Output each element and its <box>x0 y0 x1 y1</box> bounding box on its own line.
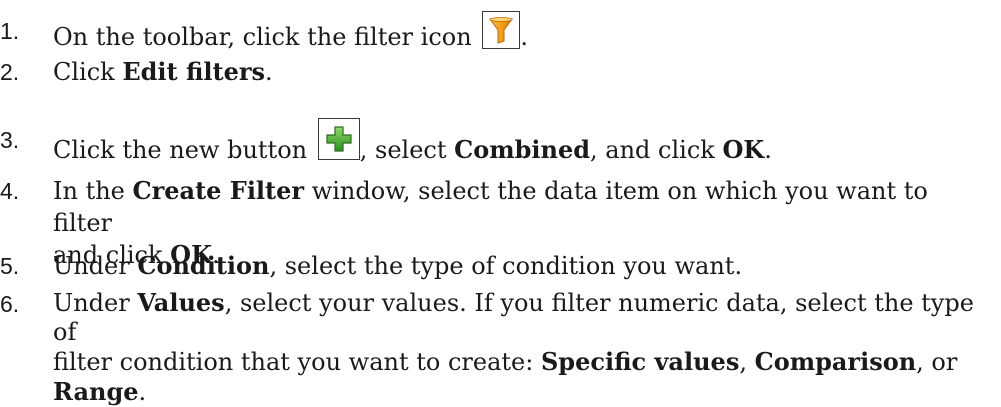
step-line: filter condition that you want to create… <box>53 347 989 377</box>
step-number: 5. <box>0 253 20 279</box>
step-text: , <box>739 348 755 376</box>
new-button-icon <box>317 118 360 160</box>
ok-label: OK <box>722 135 765 164</box>
step-number: 1. <box>0 18 20 44</box>
step-number: 2. <box>0 59 20 85</box>
condition-label: Condition <box>137 251 270 280</box>
combined-label: Combined <box>454 135 591 164</box>
filter-icon <box>482 11 521 49</box>
step-text: , and click <box>590 136 723 164</box>
step-text-end: . <box>265 58 273 86</box>
step-text: Under <box>53 252 138 280</box>
values-label: Values <box>137 288 225 317</box>
edit-filters-label: Edit filters <box>122 57 266 86</box>
step-text-end: . <box>764 136 772 164</box>
step-text: On the toolbar, click the filter icon <box>53 23 472 51</box>
step-text: Click <box>53 58 123 86</box>
step-text: , select the type of condition you want. <box>269 252 743 280</box>
step-text: filter condition that you want to create… <box>53 348 541 376</box>
step-number: 4. <box>0 178 20 204</box>
step-number: 6. <box>0 291 20 317</box>
step-number: 3. <box>0 127 20 153</box>
step-text: Under <box>53 289 138 317</box>
step-line: Under Values, select your values. If you… <box>53 288 989 347</box>
step-line: In the Create Filter window, select the … <box>53 175 989 239</box>
step-text: , select <box>359 136 455 164</box>
step-line: Range. <box>53 377 989 407</box>
specific-values-label: Specific values <box>540 347 740 376</box>
step-text: In the <box>53 177 133 205</box>
step-text-end: . <box>138 378 147 406</box>
step-text: Click the new button <box>53 136 308 164</box>
comparison-label: Comparison <box>754 347 917 376</box>
step-text: , or <box>916 348 958 376</box>
range-label: Range <box>53 377 139 406</box>
step-text-end: . <box>520 23 528 51</box>
create-filter-label: Create Filter <box>132 176 305 205</box>
